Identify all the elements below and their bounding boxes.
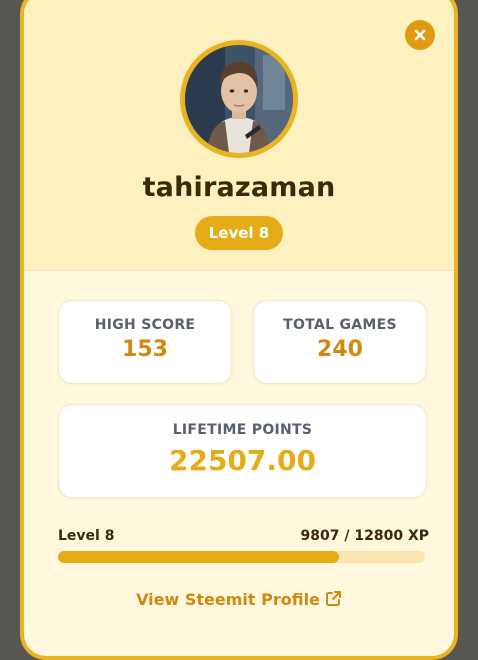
lifetime-points-label: LIFETIME POINTS (172, 422, 313, 438)
profile-modal: tahirazaman Level 8 HIGH SCORE 153 TOTAL… (20, 0, 458, 660)
close-icon (414, 29, 426, 41)
lifetime-points-value: 22507.00 (168, 444, 316, 477)
avatar (185, 45, 293, 153)
high-score-card: HIGH SCORE 153 (58, 300, 232, 384)
xp-progress-fill (58, 551, 340, 563)
view-steemit-profile-link[interactable]: View Steemit Profile (24, 590, 454, 609)
avatar-frame (180, 40, 298, 158)
total-games-card: TOTAL GAMES 240 (253, 300, 427, 384)
external-link-icon (325, 591, 341, 606)
progress-level-label: Level 8 (58, 528, 115, 544)
lifetime-points-card: LIFETIME POINTS 22507.00 (58, 404, 427, 498)
progress-xp-text: 9807 / 12800 XP (300, 528, 429, 544)
username: tahirazaman (142, 172, 336, 203)
high-score-value: 153 (122, 337, 168, 362)
total-games-label: TOTAL GAMES (283, 317, 397, 333)
high-score-label: HIGH SCORE (94, 317, 196, 333)
total-games-value: 240 (317, 337, 363, 362)
view-steemit-profile-label: View Steemit Profile (136, 590, 320, 609)
xp-progress-bar (58, 551, 425, 563)
level-badge: Level 8 (195, 216, 283, 250)
close-button[interactable] (405, 20, 435, 50)
